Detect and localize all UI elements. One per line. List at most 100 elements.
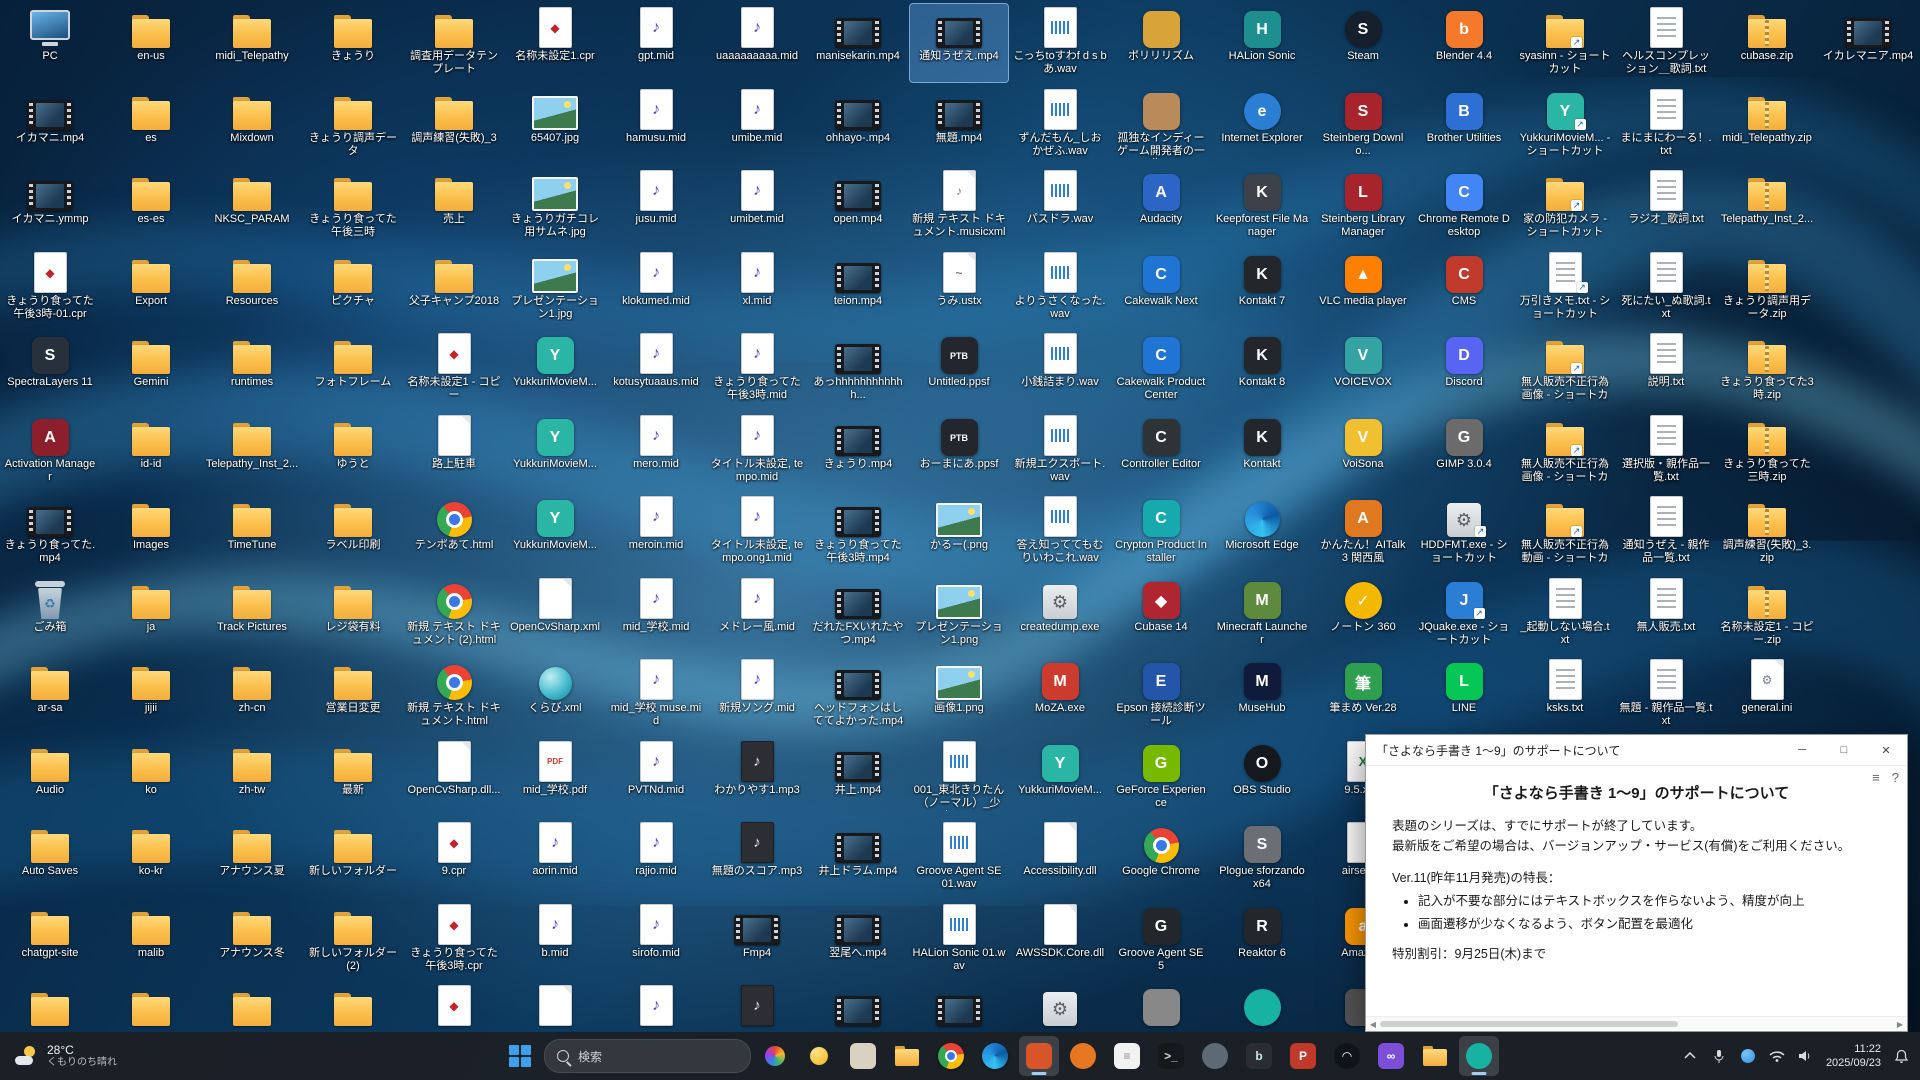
desktop-icon[interactable]: teion.mp4 bbox=[809, 249, 907, 327]
minimize-icon[interactable]: ─ bbox=[1781, 735, 1823, 765]
desktop-icon[interactable]: きょうり.mp4 bbox=[809, 412, 907, 490]
desktop-icon[interactable]: 答え知っててもむりいわこれ.wav bbox=[1011, 493, 1109, 571]
desktop-icon[interactable]: 井上.mp4 bbox=[809, 738, 907, 816]
desktop-icon[interactable]: ポリリリズム bbox=[1112, 4, 1210, 82]
desktop-icon[interactable]: ずんだもん_しおかぜふ.wav bbox=[1011, 86, 1109, 164]
desktop-icon[interactable]: 孤独なインディーゲーム開発者の一生... bbox=[1112, 86, 1210, 164]
desktop-icon[interactable]: midi_Telepathy bbox=[203, 4, 301, 82]
desktop-icon[interactable]: ♪klokumed.mid bbox=[607, 249, 705, 327]
desktop-icon[interactable]: 選択版・親作品一覧.txt bbox=[1617, 412, 1715, 490]
desktop-icon[interactable]: ♪umibe.mid bbox=[708, 86, 806, 164]
desktop-icon[interactable]: ↗無人販売不正行為 動画 - ショートカット bbox=[1516, 493, 1614, 571]
desktop-icon[interactable]: ja bbox=[102, 575, 200, 653]
desktop-icon[interactable]: よりうさくなった.wav bbox=[1011, 249, 1109, 327]
desktop-icon[interactable]: ♪sirofo.mid bbox=[607, 901, 705, 979]
desktop-icon[interactable]: ↗無人販売不正行為 画像 - ショートカット bbox=[1516, 412, 1614, 490]
desktop-icon[interactable]: きょうり調声データ bbox=[304, 86, 402, 164]
desktop-icon[interactable]: OpenCvSharp.xml bbox=[506, 575, 604, 653]
desktop-icon[interactable]: en-us bbox=[102, 4, 200, 82]
desktop-icon[interactable]: 通知うぜえ - 親作品一覧.txt bbox=[1617, 493, 1715, 571]
desktop-icon[interactable]: cubase.zip bbox=[1718, 4, 1816, 82]
desktop-icon[interactable]: アナウンス冬 bbox=[203, 901, 301, 979]
desktop-icon[interactable]: TimeTune bbox=[203, 493, 301, 571]
desktop-icon[interactable]: くらび.xml bbox=[506, 656, 604, 734]
desktop-icon[interactable]: ◆Cubase 14 bbox=[1112, 575, 1210, 653]
close-icon[interactable]: ✕ bbox=[1865, 735, 1907, 765]
desktop-icon[interactable]: ◆きょうり食ってた午後3時-01.cpr bbox=[1, 249, 99, 327]
copilot-taskbar-icon[interactable] bbox=[755, 1036, 795, 1076]
desktop-icon[interactable]: ↗家の防犯カメラ - ショートカット bbox=[1516, 167, 1614, 245]
desktop-icon[interactable]: NKSC_PARAM bbox=[203, 167, 301, 245]
desktop-icon[interactable]: ♪きょうり食ってた午後3時.mid bbox=[708, 330, 806, 408]
desktop-icon[interactable]: SSteinberg Downlo... bbox=[1314, 86, 1412, 164]
desktop-icon[interactable]: きょうり食ってた午後3時.mp4 bbox=[809, 493, 907, 571]
desktop-icon[interactable]: 説明.txt bbox=[1617, 330, 1715, 408]
desktop-icon[interactable]: 無題.mp4 bbox=[910, 86, 1008, 164]
desktop-icon[interactable]: ♪無題のスコア.mp3 bbox=[708, 819, 806, 897]
desktop-icon[interactable]: Google Chrome bbox=[1112, 819, 1210, 897]
desktop-icon[interactable]: ✓ノートン 360 bbox=[1314, 575, 1412, 653]
desktop-icon[interactable]: ◆名称未設定1 - コピー bbox=[405, 330, 503, 408]
desktop-icon[interactable]: ピクチャ bbox=[304, 249, 402, 327]
desktop-icon[interactable]: eInternet Explorer bbox=[1213, 86, 1311, 164]
desktop-icon[interactable]: ♪jusu.mid bbox=[607, 167, 705, 245]
desktop-icon[interactable]: イカレマニア.mp4 bbox=[1819, 4, 1917, 82]
desktop-icon[interactable]: J↗JQuake.exe - ショートカット bbox=[1415, 575, 1513, 653]
desktop-icon[interactable]: YYukkuriMovieM... bbox=[506, 493, 604, 571]
desktop-icon[interactable]: 無題 - 親作品一覧.txt bbox=[1617, 656, 1715, 734]
desktop-icon[interactable]: 通知うぜえ.mp4 bbox=[910, 4, 1008, 82]
video-editor-taskbar-icon[interactable] bbox=[1019, 1036, 1059, 1076]
desktop-icon[interactable]: ◆名称未設定1.cpr bbox=[506, 4, 604, 82]
desktop-icon[interactable] bbox=[102, 982, 200, 1032]
desktop-icon[interactable]: ohhayo-.mp4 bbox=[809, 86, 907, 164]
desktop-icon[interactable]: bBlender 4.4 bbox=[1415, 4, 1513, 82]
desktop-icon[interactable]: 調査用データテンプレート bbox=[405, 4, 503, 82]
desktop-icon[interactable]: 最新 bbox=[304, 738, 402, 816]
desktop-icon[interactable]: ♪タイトル未設定, tempo.ong1.mid bbox=[708, 493, 806, 571]
scroll-right-icon[interactable]: ▶ bbox=[1893, 1020, 1907, 1029]
desktop-icon[interactable]: ♪uaaaaaaaaa.mid bbox=[708, 4, 806, 82]
desktop-icon[interactable]: es-es bbox=[102, 167, 200, 245]
desktop-icon[interactable]: CCakewalk Product Center bbox=[1112, 330, 1210, 408]
desktop-icon[interactable]: レジ袋有料 bbox=[304, 575, 402, 653]
desktop-icon[interactable]: VVoiSona bbox=[1314, 412, 1412, 490]
desktop-icon[interactable]: ♪kotusytuaaus.mid bbox=[607, 330, 705, 408]
gray-app-taskbar-icon[interactable] bbox=[1195, 1036, 1235, 1076]
desktop-icon[interactable]: フォトフレーム bbox=[304, 330, 402, 408]
desktop-icon[interactable]: EEpson 接続診断ツール bbox=[1112, 656, 1210, 734]
desktop-icon[interactable]: RReaktor 6 bbox=[1213, 901, 1311, 979]
desktop-icon[interactable]: プレゼンテーション1.png bbox=[910, 575, 1008, 653]
menu-icon[interactable]: ≡ bbox=[1872, 770, 1880, 785]
desktop-icon[interactable]: パスドラ.wav bbox=[1011, 167, 1109, 245]
desktop-icon[interactable]: KKontakt 7 bbox=[1213, 249, 1311, 327]
desktop-icon[interactable]: まにまにわーる！.txt bbox=[1617, 86, 1715, 164]
desktop-icon[interactable]: zh-cn bbox=[203, 656, 301, 734]
desktop-icon[interactable]: プレゼンテーション1.jpg bbox=[506, 249, 604, 327]
desktop-icon[interactable]: 新規 テキスト ドキュメント.html bbox=[405, 656, 503, 734]
orange-app-taskbar-icon[interactable] bbox=[1063, 1036, 1103, 1076]
voicevox-taskbar-icon[interactable]: b bbox=[1239, 1036, 1279, 1076]
desktop-icon[interactable]: 調声練習(失敗)_3.zip bbox=[1718, 493, 1816, 571]
desktop-icon[interactable]: ♪b.mid bbox=[506, 901, 604, 979]
edge-taskbar-icon[interactable] bbox=[975, 1036, 1015, 1076]
desktop-icon[interactable]: ♪xl.mid bbox=[708, 249, 806, 327]
obs-taskbar-icon[interactable]: ◠ bbox=[1327, 1036, 1367, 1076]
desktop-icon[interactable]: きょうり食ってた3時.zip bbox=[1718, 330, 1816, 408]
desktop-icon[interactable]: Accessibility.dll bbox=[1011, 819, 1109, 897]
desktop-icon[interactable]: YYukkuriMovieM... bbox=[506, 412, 604, 490]
desktop-icon[interactable] bbox=[1112, 982, 1210, 1032]
beige-app-taskbar-icon[interactable] bbox=[843, 1036, 883, 1076]
desktop-icon[interactable]: Mixdown bbox=[203, 86, 301, 164]
desktop-icon[interactable]: ◆きょうり食ってた午後3時.cpr bbox=[405, 901, 503, 979]
desktop-icon[interactable]: ヘッドフォンはしててよかった.mp4 bbox=[809, 656, 907, 734]
desktop-icon[interactable]: CCMS bbox=[1415, 249, 1513, 327]
desktop-icon[interactable]: ♪新規 テキスト ドキュメント.musicxml bbox=[910, 167, 1008, 245]
desktop-icon[interactable]: 無人販売.txt bbox=[1617, 575, 1715, 653]
file-explorer-taskbar-icon[interactable] bbox=[887, 1036, 927, 1076]
desktop-icon[interactable]: open.mp4 bbox=[809, 167, 907, 245]
desktop-icon[interactable]: ko bbox=[102, 738, 200, 816]
desktop-icon[interactable]: MMoZA.exe bbox=[1011, 656, 1109, 734]
desktop-icon[interactable]: AAudacity bbox=[1112, 167, 1210, 245]
volume-icon[interactable] bbox=[1797, 1044, 1815, 1068]
desktop-icon[interactable]: GGIMP 3.0.4 bbox=[1415, 412, 1513, 490]
